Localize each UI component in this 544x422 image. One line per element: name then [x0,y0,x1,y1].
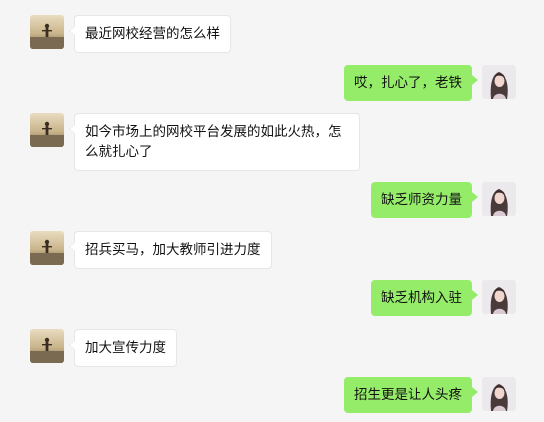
contact-avatar[interactable] [30,329,64,363]
long-hair-girl-avatar-image [482,377,516,411]
message-text: 哎，扎心了，老铁 [354,75,462,91]
message-text: 如今市场上的网校平台发展的如此火热，怎么就扎心了 [85,124,342,160]
message-text: 招兵买马，加大教师引进力度 [85,242,261,258]
sunset-silhouette-avatar-image [30,231,64,265]
message-text: 招生更是让人头疼 [354,387,462,403]
outgoing-message-bubble[interactable]: 哎，扎心了，老铁 [344,65,478,101]
incoming-message-bubble[interactable]: 加大宣传力度 [69,329,177,367]
message-text: 缺乏师资力量 [381,192,462,208]
incoming-message-bubble[interactable]: 如今市场上的网校平台发展的如此火热，怎么就扎心了 [69,113,360,171]
incoming-message-bubble[interactable]: 招兵买马，加大教师引进力度 [69,231,272,269]
message-text: 加大宣传力度 [85,340,166,356]
message-text: 缺乏机构入驻 [381,290,462,306]
long-hair-girl-avatar-image [482,280,516,314]
contact-avatar[interactable] [30,113,64,147]
message-text: 最近网校经营的怎么样 [85,26,220,42]
sunset-silhouette-avatar-image [30,15,64,49]
my-avatar[interactable] [482,65,516,99]
long-hair-girl-avatar-image [482,65,516,99]
incoming-message-bubble[interactable]: 最近网校经营的怎么样 [69,15,231,53]
chat-window: 最近网校经营的怎么样 哎，扎心了，老铁 如今市场上的网校平台发展的如此火热，怎么… [0,0,544,422]
my-avatar[interactable] [482,280,516,314]
sunset-silhouette-avatar-image [30,113,64,147]
my-avatar[interactable] [482,182,516,216]
outgoing-message-bubble[interactable]: 缺乏机构入驻 [371,280,478,316]
sunset-silhouette-avatar-image [30,329,64,363]
outgoing-message-bubble[interactable]: 缺乏师资力量 [371,182,478,218]
contact-avatar[interactable] [30,15,64,49]
my-avatar[interactable] [482,377,516,411]
contact-avatar[interactable] [30,231,64,265]
outgoing-message-bubble[interactable]: 招生更是让人头疼 [344,377,478,413]
long-hair-girl-avatar-image [482,182,516,216]
